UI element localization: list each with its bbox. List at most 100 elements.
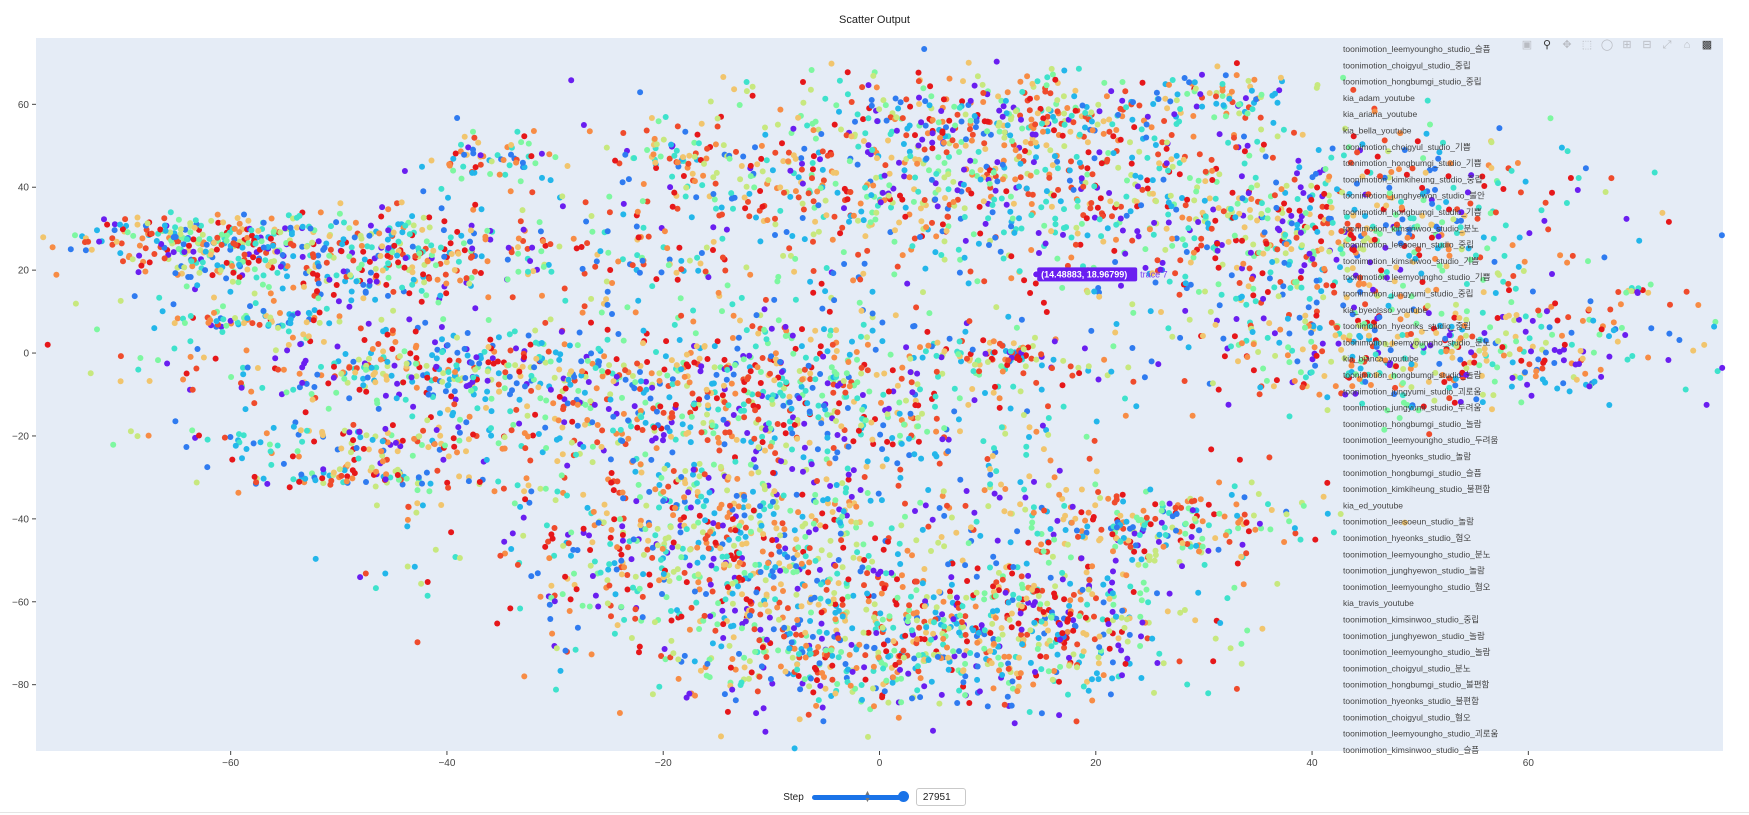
scatter-point[interactable]	[610, 487, 617, 494]
scatter-point[interactable]	[221, 434, 228, 441]
scatter-point[interactable]	[710, 238, 717, 245]
scatter-point[interactable]	[303, 243, 310, 250]
scatter-point[interactable]	[694, 131, 701, 138]
scatter-point[interactable]	[214, 234, 221, 241]
scatter-point[interactable]	[528, 573, 535, 580]
scatter-point[interactable]	[619, 394, 625, 401]
scatter-point[interactable]	[384, 252, 391, 259]
scatter-point[interactable]	[980, 337, 987, 344]
scatter-point[interactable]	[1156, 165, 1163, 172]
scatter-point[interactable]	[297, 341, 304, 348]
scatter-point[interactable]	[120, 258, 126, 265]
scatter-point[interactable]	[538, 150, 545, 157]
scatter-point[interactable]	[624, 304, 631, 311]
scatter-point[interactable]	[1524, 381, 1531, 388]
scatter-point[interactable]	[940, 96, 947, 103]
scatter-point[interactable]	[1308, 329, 1315, 336]
scatter-point[interactable]	[340, 268, 347, 275]
scatter-point[interactable]	[390, 288, 397, 295]
scatter-point[interactable]	[678, 266, 685, 273]
scatter-point[interactable]	[507, 605, 514, 612]
scatter-point[interactable]	[880, 546, 887, 553]
scatter-point[interactable]	[1522, 178, 1529, 185]
scatter-point[interactable]	[323, 305, 330, 312]
scatter-point[interactable]	[495, 334, 502, 341]
scatter-point[interactable]	[740, 437, 747, 444]
scatter-point[interactable]	[946, 117, 953, 124]
scatter-point[interactable]	[1522, 313, 1529, 320]
scatter-point[interactable]	[975, 148, 982, 155]
scatter-point[interactable]	[366, 232, 373, 239]
scatter-point[interactable]	[445, 382, 452, 388]
scatter-point[interactable]	[426, 224, 433, 231]
scatter-point[interactable]	[1003, 201, 1010, 208]
scatter-point[interactable]	[1173, 97, 1180, 104]
scatter-point[interactable]	[812, 499, 819, 506]
scatter-point[interactable]	[574, 342, 581, 349]
scatter-point[interactable]	[790, 350, 797, 357]
scatter-point[interactable]	[462, 375, 469, 381]
scatter-point[interactable]	[880, 422, 887, 429]
scatter-point[interactable]	[450, 155, 457, 162]
scatter-point[interactable]	[768, 325, 775, 332]
scatter-point[interactable]	[691, 178, 698, 185]
scatter-point[interactable]	[243, 446, 250, 452]
scatter-point[interactable]	[451, 443, 458, 450]
scatter-point[interactable]	[986, 180, 993, 187]
scatter-point[interactable]	[409, 452, 416, 459]
scatter-point[interactable]	[624, 586, 631, 593]
scatter-point[interactable]	[584, 504, 591, 511]
scatter-point[interactable]	[992, 234, 999, 241]
scatter-point[interactable]	[932, 249, 939, 256]
scatter-point[interactable]	[608, 613, 614, 620]
scatter-point[interactable]	[916, 94, 922, 101]
scatter-point[interactable]	[829, 236, 836, 243]
scatter-point[interactable]	[156, 294, 163, 301]
scatter-point[interactable]	[455, 250, 462, 257]
scatter-point[interactable]	[1093, 418, 1100, 425]
scatter-point[interactable]	[1046, 174, 1053, 181]
scatter-point[interactable]	[1020, 370, 1027, 377]
scatter-point[interactable]	[1010, 340, 1017, 347]
scatter-point[interactable]	[1312, 362, 1319, 369]
scatter-point[interactable]	[1476, 362, 1483, 369]
scatter-point[interactable]	[1312, 170, 1319, 177]
scatter-point[interactable]	[1596, 331, 1603, 338]
scatter-point[interactable]	[981, 140, 988, 147]
scatter-point[interactable]	[614, 544, 621, 551]
scatter-point[interactable]	[792, 188, 799, 195]
scatter-point[interactable]	[941, 348, 948, 355]
scatter-point[interactable]	[792, 255, 799, 262]
scatter-point[interactable]	[628, 556, 635, 563]
scatter-point[interactable]	[899, 252, 906, 259]
scatter-point[interactable]	[818, 420, 825, 427]
scatter-point[interactable]	[299, 379, 306, 386]
scatter-point[interactable]	[1132, 172, 1139, 179]
scatter-point[interactable]	[1010, 383, 1017, 390]
scatter-point[interactable]	[1040, 115, 1047, 122]
scatter-point[interactable]	[730, 371, 737, 378]
scatter-point[interactable]	[440, 227, 447, 234]
scatter-point[interactable]	[171, 320, 178, 327]
scatter-point[interactable]	[1285, 344, 1292, 351]
scatter-point[interactable]	[220, 303, 226, 310]
scatter-point[interactable]	[619, 438, 626, 444]
scatter-point[interactable]	[858, 422, 865, 429]
scatter-point[interactable]	[624, 572, 631, 578]
scatter-point[interactable]	[484, 388, 491, 395]
scatter-point[interactable]	[860, 217, 867, 224]
scatter-point[interactable]	[1280, 126, 1287, 133]
scatter-point[interactable]	[814, 188, 821, 195]
scatter-point[interactable]	[477, 270, 484, 276]
scatter-point[interactable]	[1113, 201, 1120, 208]
scatter-point[interactable]	[618, 557, 625, 564]
scatter-point[interactable]	[252, 300, 259, 307]
scatter-point[interactable]	[757, 569, 764, 575]
scatter-point[interactable]	[675, 675, 682, 682]
scatter-point[interactable]	[778, 458, 785, 465]
scatter-point[interactable]	[390, 307, 397, 314]
scatter-point[interactable]	[1308, 182, 1315, 189]
scatter-point[interactable]	[893, 114, 900, 121]
scatter-point[interactable]	[368, 464, 375, 471]
scatter-point[interactable]	[167, 209, 174, 216]
